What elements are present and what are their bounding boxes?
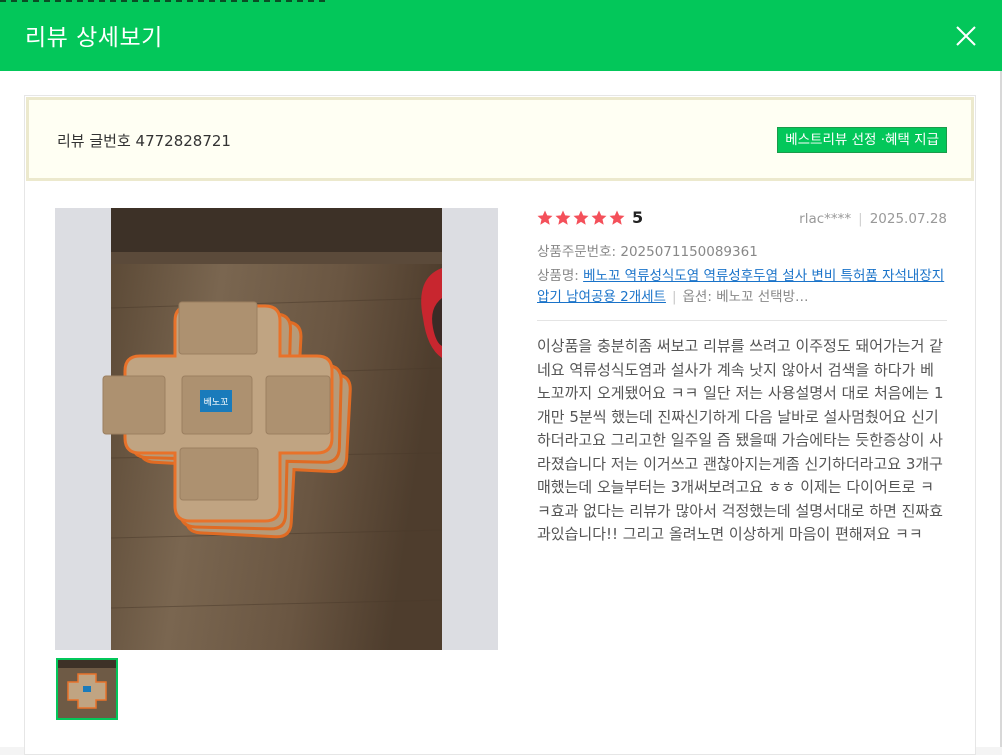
header-top-strip [0,0,330,2]
review-number: 리뷰 글번호 4772828721 [57,132,231,150]
review-date: 2025.07.28 [869,211,947,227]
star-icon [555,210,571,225]
photo-thumbnail[interactable] [56,658,118,720]
star-icon [609,210,625,225]
product-divider: | [671,289,677,305]
order-number: 상품주문번호: 2025071150089361 [537,244,758,260]
star-icon [573,210,589,225]
review-info: 5 rlac**** | 2025.07.28 상품주문번호: 2025071150… [537,208,947,547]
product-logo-text: 베노꼬 [204,397,229,408]
review-meta: rlac**** | 2025.07.28 [799,211,947,227]
review-number-box: 리뷰 글번호 4772828721 베스트리뷰 선정 ·혜택 지급 [26,97,974,181]
product-label: 상품명: [537,268,579,284]
star-rating [537,210,625,230]
review-content: 리뷰 글번호 4772828721 베스트리뷰 선정 ·혜택 지급 베노꼬 5 … [24,95,976,755]
close-icon[interactable] [954,24,978,48]
product-option: 옵션: 베노꼬 선택방… [682,289,809,305]
review-body: 이상품을 충분히좀 써보고 리뷰를 쓰려고 이주정도 돼어가는거 같네요 역류성… [537,337,944,543]
modal-header: 리뷰 상세보기 [0,0,1002,71]
star-icon [537,210,553,225]
best-review-badge: 베스트리뷰 선정 ·혜택 지급 [777,127,947,153]
thumbnail-image [58,660,116,718]
review-detail-modal: 리뷰 상세보기 리뷰 글번호 4772828721 베스트리뷰 선정 ·혜택 지… [0,0,1002,755]
review-photo-image: 베노꼬 [102,208,443,650]
rating-score: 5 [632,208,644,227]
star-icon [591,210,607,225]
rating-row: 5 rlac**** | 2025.07.28 [537,208,947,232]
modal-title: 리뷰 상세보기 [25,25,163,51]
meta-divider: | [858,211,863,227]
review-photo[interactable]: 베노꼬 [55,208,498,650]
product-info: 상품명: 베노꼬 역류성식도염 역류성후두염 설사 변비 특허품 자석내장지압기… [537,266,947,308]
review-author: rlac**** [799,211,852,227]
info-divider [537,320,947,321]
